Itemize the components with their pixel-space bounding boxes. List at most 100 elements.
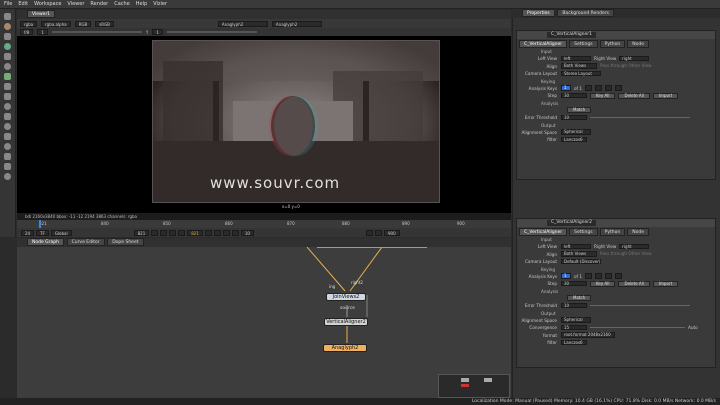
key-add-icon[interactable] (595, 273, 603, 279)
channels-select[interactable]: rgba (20, 20, 38, 27)
lut-select[interactable]: sRGB (95, 20, 114, 27)
other-icon[interactable] (4, 143, 11, 150)
play-backward-icon[interactable] (178, 229, 186, 236)
tab-python[interactable]: Python (599, 39, 626, 48)
next-key-icon[interactable] (222, 229, 230, 236)
left-view-select[interactable]: left (561, 55, 591, 61)
tab-vertical-aligner[interactable]: C_VerticalAligner (519, 227, 568, 236)
right-view-select[interactable]: right (619, 243, 650, 249)
menu-cache[interactable]: Cache (114, 1, 130, 7)
input-a-select[interactable]: Anaglyph2 (217, 20, 268, 27)
error-threshold-slider[interactable] (590, 116, 690, 118)
menu-vizier[interactable]: Vizier (153, 1, 167, 7)
match-button[interactable]: Match (567, 107, 592, 113)
toolsets-icon[interactable] (4, 133, 11, 140)
tf-select[interactable]: TF (36, 229, 49, 236)
step-field[interactable]: 10 (240, 229, 254, 236)
format-select[interactable]: root.format 2048x2160 (561, 332, 615, 338)
analysis-keys-field[interactable]: 1 (561, 273, 571, 279)
match-button[interactable]: Match (567, 295, 592, 301)
transform-icon[interactable] (4, 93, 11, 100)
error-threshold-field[interactable]: 10 (561, 302, 587, 308)
tab-vertical-aligner[interactable]: C_VerticalAligner (519, 39, 568, 48)
right-view-select[interactable]: right (619, 55, 650, 61)
anaglyph-node[interactable]: Anaglyph2 (323, 344, 367, 352)
menu-edit[interactable]: Edit (18, 1, 28, 7)
alpha-select[interactable]: rgba.alpha (41, 20, 71, 27)
delete-all-button[interactable]: Delete All (618, 92, 650, 99)
key-delete-icon[interactable] (605, 85, 613, 91)
error-threshold-slider[interactable] (590, 304, 690, 306)
tab-properties[interactable]: Properties (522, 9, 555, 17)
color-icon[interactable] (4, 43, 11, 50)
key-next-icon[interactable] (615, 273, 623, 279)
range-mode-select[interactable]: Global (50, 229, 72, 236)
tab-node[interactable]: Node (627, 39, 649, 48)
auto-checkbox[interactable]: Auto (688, 325, 698, 330)
align-select[interactable]: Both Views (561, 251, 597, 257)
tab-settings[interactable]: Settings (569, 227, 598, 236)
tab-curve-editor[interactable]: Curve Editor (66, 238, 105, 246)
node-graph-canvas[interactable]: ing right2 JoinViews2 source VerticalAli… (17, 247, 511, 400)
filter-select[interactable]: Lanczos6 (561, 339, 587, 345)
last-frame-icon[interactable] (231, 229, 239, 236)
plugins-icon[interactable] (4, 153, 11, 160)
key-prev-icon[interactable] (585, 273, 593, 279)
step-back-icon[interactable] (169, 229, 177, 236)
tab-node-graph[interactable]: Node Graph (27, 238, 64, 246)
channel-icon[interactable] (4, 53, 11, 60)
tab-node[interactable]: Node (627, 227, 649, 236)
tab-viewer1[interactable]: Viewer1 (27, 10, 56, 18)
timeline[interactable]: 821 840 850 860 870 880 890 900 (17, 220, 511, 228)
alignment-space-select[interactable]: Spherical (561, 129, 591, 135)
input-b-select[interactable]: Anaglyph2 (271, 20, 322, 27)
filter-icon[interactable] (4, 63, 11, 70)
key-all-button[interactable]: Key All (590, 280, 616, 287)
menu-file[interactable]: File (4, 1, 12, 7)
paint-icon[interactable] (4, 23, 11, 30)
error-threshold-field[interactable]: 10 (561, 114, 587, 120)
colorspace-select[interactable]: RGB (74, 20, 92, 27)
panel-title[interactable]: C_VerticalAligner2 (547, 220, 597, 226)
ocula-icon[interactable] (4, 163, 11, 170)
tab-dope-sheet[interactable]: Dope Sheet (107, 238, 144, 246)
play-forward-icon[interactable] (204, 229, 212, 236)
loop-icon[interactable] (374, 229, 382, 236)
tab-settings[interactable]: Settings (569, 39, 598, 48)
filter-select[interactable]: Lanczos6 (561, 136, 587, 142)
pointer-icon[interactable] (4, 13, 11, 20)
key-delete-icon[interactable] (605, 273, 613, 279)
gain-field[interactable]: 1 (37, 29, 48, 35)
alignment-space-select[interactable]: Spherical (561, 317, 591, 323)
gain-slider[interactable] (51, 31, 142, 33)
import-button[interactable]: Import (652, 92, 679, 99)
gamma-slider[interactable] (166, 31, 257, 33)
key-prev-icon[interactable] (585, 85, 593, 91)
end-frame-field[interactable]: 900 (383, 229, 400, 236)
vertical-aligner-node[interactable]: VerticalAligner2 (324, 318, 368, 326)
step-forward-icon[interactable] (213, 229, 221, 236)
key-next-icon[interactable] (615, 85, 623, 91)
node-graph-minimap[interactable] (438, 374, 510, 398)
analysis-keys-field[interactable]: 1 (561, 85, 571, 91)
menu-render[interactable]: Render (90, 1, 108, 7)
menu-workspace[interactable]: Workspace (34, 1, 61, 7)
merge-icon[interactable] (4, 83, 11, 90)
time-icon[interactable] (4, 33, 11, 40)
keyer-icon[interactable] (4, 73, 11, 80)
panel-title[interactable]: C_VerticalAligner1 (547, 32, 597, 38)
menu-viewer[interactable]: Viewer (67, 1, 84, 7)
tab-python[interactable]: Python (599, 227, 626, 236)
delete-all-button[interactable]: Delete All (618, 280, 650, 287)
camera-layout-select[interactable]: Stereo Layout (561, 70, 601, 76)
align-select[interactable]: Both Views (561, 63, 597, 69)
views-icon[interactable] (4, 113, 11, 120)
tab-background-renders[interactable]: Background Renders (557, 9, 614, 17)
menu-help[interactable]: Help (136, 1, 147, 7)
metadata-icon[interactable] (4, 123, 11, 130)
passthrough-checkbox[interactable]: Pass through Other View (600, 251, 652, 256)
key-add-icon[interactable] (595, 85, 603, 91)
import-button[interactable]: Import (652, 280, 679, 287)
key-all-button[interactable]: Key All (590, 92, 616, 99)
3d-icon[interactable] (4, 103, 11, 110)
